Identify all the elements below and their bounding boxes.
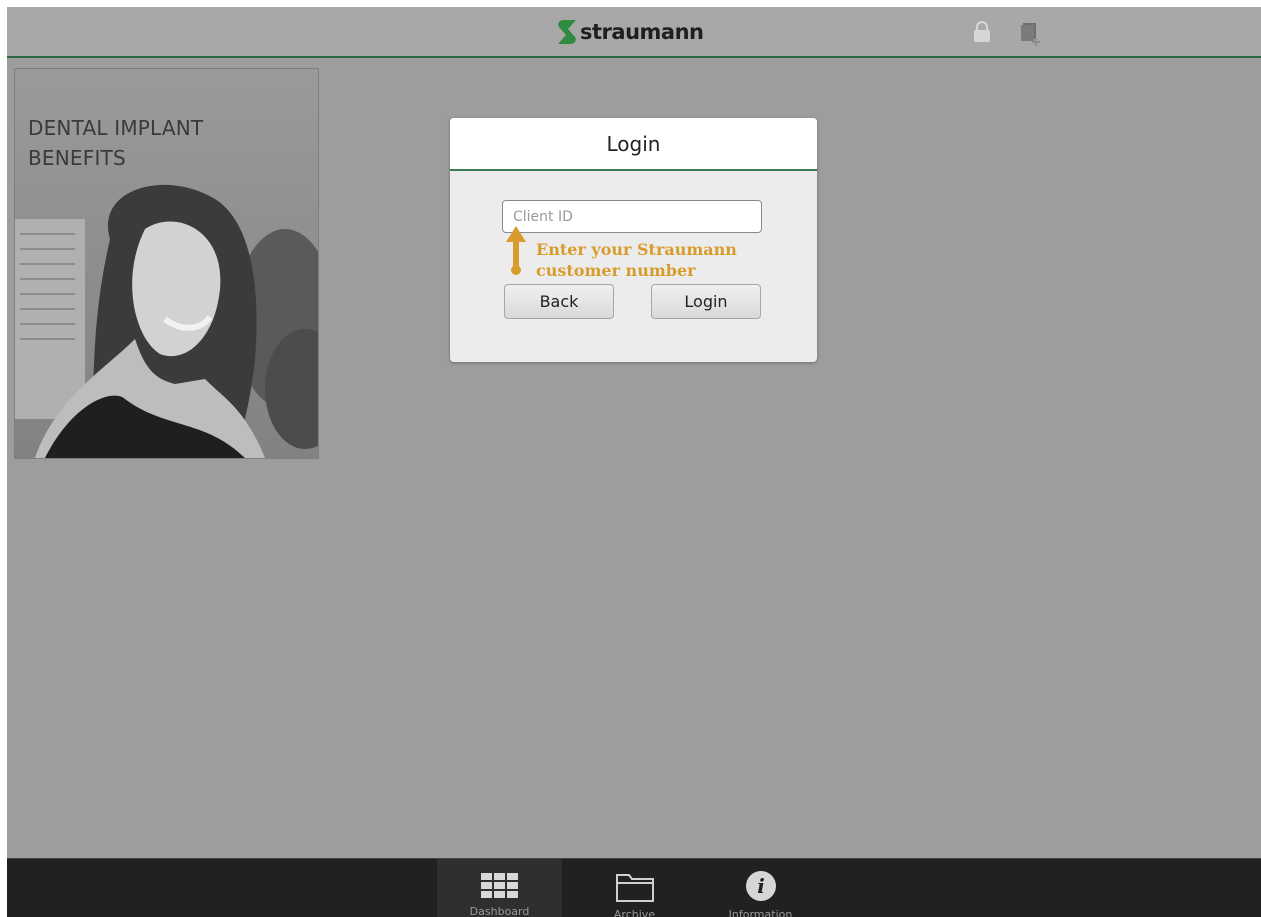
promo-card[interactable]: DENTAL IMPLANT BENEFITS	[14, 68, 319, 459]
annotation-text: Enter your Straumann customer number	[536, 239, 796, 281]
lock-icon[interactable]	[973, 21, 991, 43]
app-window: straumann DENTAL IMPLANT BENEFITS Login …	[7, 7, 1261, 917]
tab-dashboard[interactable]: Dashboard	[437, 859, 562, 917]
client-id-input[interactable]	[502, 200, 762, 233]
add-card-icon[interactable]	[1019, 21, 1043, 47]
tab-information-label: Information	[728, 908, 793, 917]
arrow-up-icon	[506, 226, 526, 275]
tab-archive[interactable]: Archive	[572, 859, 697, 917]
grid-icon	[480, 873, 518, 898]
annotation-line-2: customer number	[536, 261, 696, 280]
straumann-swoosh-icon	[558, 20, 576, 44]
top-bar: straumann	[7, 7, 1261, 58]
login-button[interactable]: Login	[651, 284, 761, 319]
brand-logo: straumann	[557, 17, 704, 47]
brand-name: straumann	[580, 20, 704, 44]
tab-archive-label: Archive	[613, 908, 656, 917]
annotation-line-1: Enter your Straumann	[536, 240, 737, 259]
bottom-tab-bar: Dashboard Archive i Information	[7, 858, 1261, 917]
tab-information[interactable]: i Information	[698, 859, 823, 917]
dialog-title: Login	[606, 131, 661, 156]
back-button[interactable]: Back	[504, 284, 614, 319]
folder-icon	[615, 874, 654, 902]
info-icon: i	[745, 871, 776, 901]
promo-title: DENTAL IMPLANT BENEFITS	[28, 116, 204, 170]
dialog-header: Login	[450, 118, 817, 171]
svg-text:i: i	[757, 874, 765, 898]
tab-dashboard-label: Dashboard	[469, 905, 530, 917]
